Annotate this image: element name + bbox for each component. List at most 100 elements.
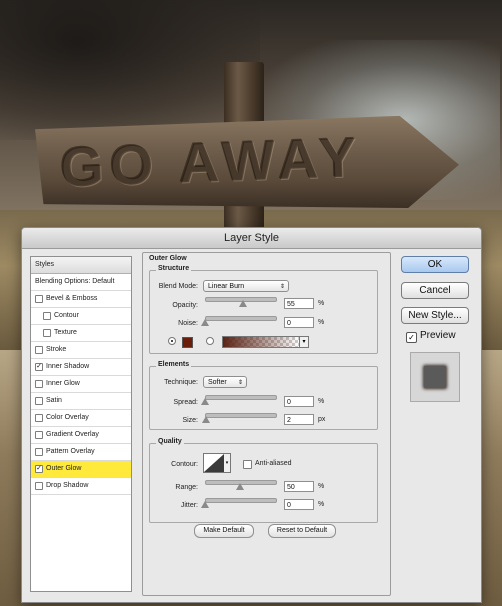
opacity-unit: % [318,300,325,307]
technique-select[interactable]: Softer ⇕ [203,376,247,388]
style-item-color-overlay[interactable]: Color Overlay [31,410,131,427]
size-label: Size: [182,417,198,424]
checkbox-contour[interactable] [43,312,51,320]
noise-input[interactable]: 0 [284,317,314,328]
linear-contour-shape [204,454,224,472]
spread-unit: % [318,398,325,405]
technique-label: Technique: [164,379,198,386]
checkbox-color-overlay[interactable] [35,414,43,422]
cancel-button[interactable]: Cancel [401,282,469,299]
checkbox-inner-glow[interactable] [35,380,43,388]
contour-label: Contour: [171,461,198,468]
preview-checkbox[interactable]: ✓ [406,332,417,343]
blend-mode-select[interactable]: Linear Burn ⇕ [203,280,289,292]
make-default-button[interactable]: Make Default [194,524,254,538]
style-item-gradient-overlay[interactable]: Gradient Overlay [31,427,131,444]
gradient-radio[interactable] [206,337,214,345]
updown-arrows-icon: ⇕ [279,284,285,290]
quality-title: Quality [156,438,184,445]
style-item-label: Color Overlay [46,414,89,421]
checkbox-inner-shadow-checked[interactable]: ✓ [35,363,43,371]
technique-value: Softer [208,379,227,386]
jitter-slider[interactable] [205,498,277,503]
range-input[interactable]: 50 [284,481,314,492]
anti-aliased-label: Anti-aliased [255,460,292,467]
style-item-inner-shadow[interactable]: ✓ Inner Shadow [31,359,131,376]
noise-unit: % [318,319,325,326]
style-item-label: Contour [54,312,79,319]
style-item-label: Inner Shadow [46,363,90,370]
preview-swatch [424,366,446,388]
style-item-drop-shadow[interactable]: Drop Shadow [31,478,131,495]
style-item-label: Bevel & Emboss [46,295,98,302]
opacity-slider-thumb[interactable] [239,300,247,307]
spread-slider-thumb[interactable] [201,398,209,405]
range-slider-thumb[interactable] [236,483,244,490]
style-item-contour[interactable]: Contour [31,308,131,325]
style-item-label: Inner Glow [46,380,80,387]
noise-slider-thumb[interactable] [201,319,209,326]
checkbox-outer-glow-checked[interactable]: ✓ [35,465,43,473]
dark-clouds [0,0,260,140]
spread-slider[interactable] [205,395,277,400]
spread-input[interactable]: 0 [284,396,314,407]
style-preview-thumbnail [410,352,460,402]
style-item-outer-glow[interactable]: ✓ Outer Glow [31,461,131,478]
checkbox-gradient-overlay[interactable] [35,431,43,439]
glow-color-swatch[interactable] [182,337,193,348]
style-item-label: Gradient Overlay [46,431,99,438]
style-item-label: Outer Glow [46,465,82,472]
contour-preview[interactable] [203,453,225,473]
size-slider-thumb[interactable] [202,416,210,423]
jitter-slider-thumb[interactable] [201,501,209,508]
style-item-texture[interactable]: Texture [31,325,131,342]
noise-slider[interactable] [205,316,277,321]
size-unit: px [318,416,326,423]
blending-options-item[interactable]: Blending Options: Default [31,274,131,291]
style-item-pattern-overlay[interactable]: Pattern Overlay [31,444,131,461]
glow-gradient-picker[interactable] [222,336,300,348]
style-item-inner-glow[interactable]: Inner Glow [31,376,131,393]
checkbox-drop-shadow[interactable] [35,482,43,490]
style-item-bevel-emboss[interactable]: Bevel & Emboss [31,291,131,308]
checkbox-pattern-overlay[interactable] [35,448,43,456]
styles-header[interactable]: Styles [31,257,131,274]
contour-dropdown-arrow-icon[interactable]: ▾ [224,453,231,473]
checkbox-texture[interactable] [43,329,51,337]
style-item-label: Satin [46,397,62,404]
new-style-button[interactable]: New Style... [401,307,469,324]
opacity-label: Opacity: [172,302,198,309]
blend-mode-value: Linear Burn [208,283,245,290]
style-item-label: Stroke [46,346,67,353]
outer-glow-title: Outer Glow [149,255,187,262]
jitter-input[interactable]: 0 [284,499,314,510]
jitter-label: Jitter: [180,502,198,509]
elements-title: Elements [156,361,192,368]
dialog-title: Layer Style [22,228,481,249]
checkbox-stroke[interactable] [35,346,43,354]
opacity-input[interactable]: 55 [284,298,314,309]
layer-style-dialog: Layer Style Styles Blending Options: Def… [21,227,482,603]
ok-button[interactable]: OK [401,256,469,273]
reset-default-button[interactable]: Reset to Default [268,524,336,538]
checkbox-satin[interactable] [35,397,43,405]
range-unit: % [318,483,325,490]
styles-list: Styles Blending Options: Default Bevel &… [30,256,132,592]
noise-label: Noise: [178,320,198,327]
blend-mode-label: Blend Mode: [158,283,198,290]
gradient-dropdown-arrow-icon[interactable]: ▾ [299,336,309,348]
anti-aliased-checkbox[interactable] [243,460,252,469]
spread-label: Spread: [173,399,198,406]
style-item-label: Pattern Overlay [46,448,95,455]
sign-text: GO AWAY [59,125,364,199]
updown-arrows-icon: ⇕ [237,380,243,386]
size-input[interactable]: 2 [284,414,314,425]
color-radio[interactable] [168,337,176,345]
style-item-satin[interactable]: Satin [31,393,131,410]
style-item-stroke[interactable]: Stroke [31,342,131,359]
range-label: Range: [175,484,198,491]
jitter-unit: % [318,501,325,508]
structure-title: Structure [156,265,192,272]
size-slider[interactable] [205,413,277,418]
checkbox-bevel-emboss[interactable] [35,295,43,303]
